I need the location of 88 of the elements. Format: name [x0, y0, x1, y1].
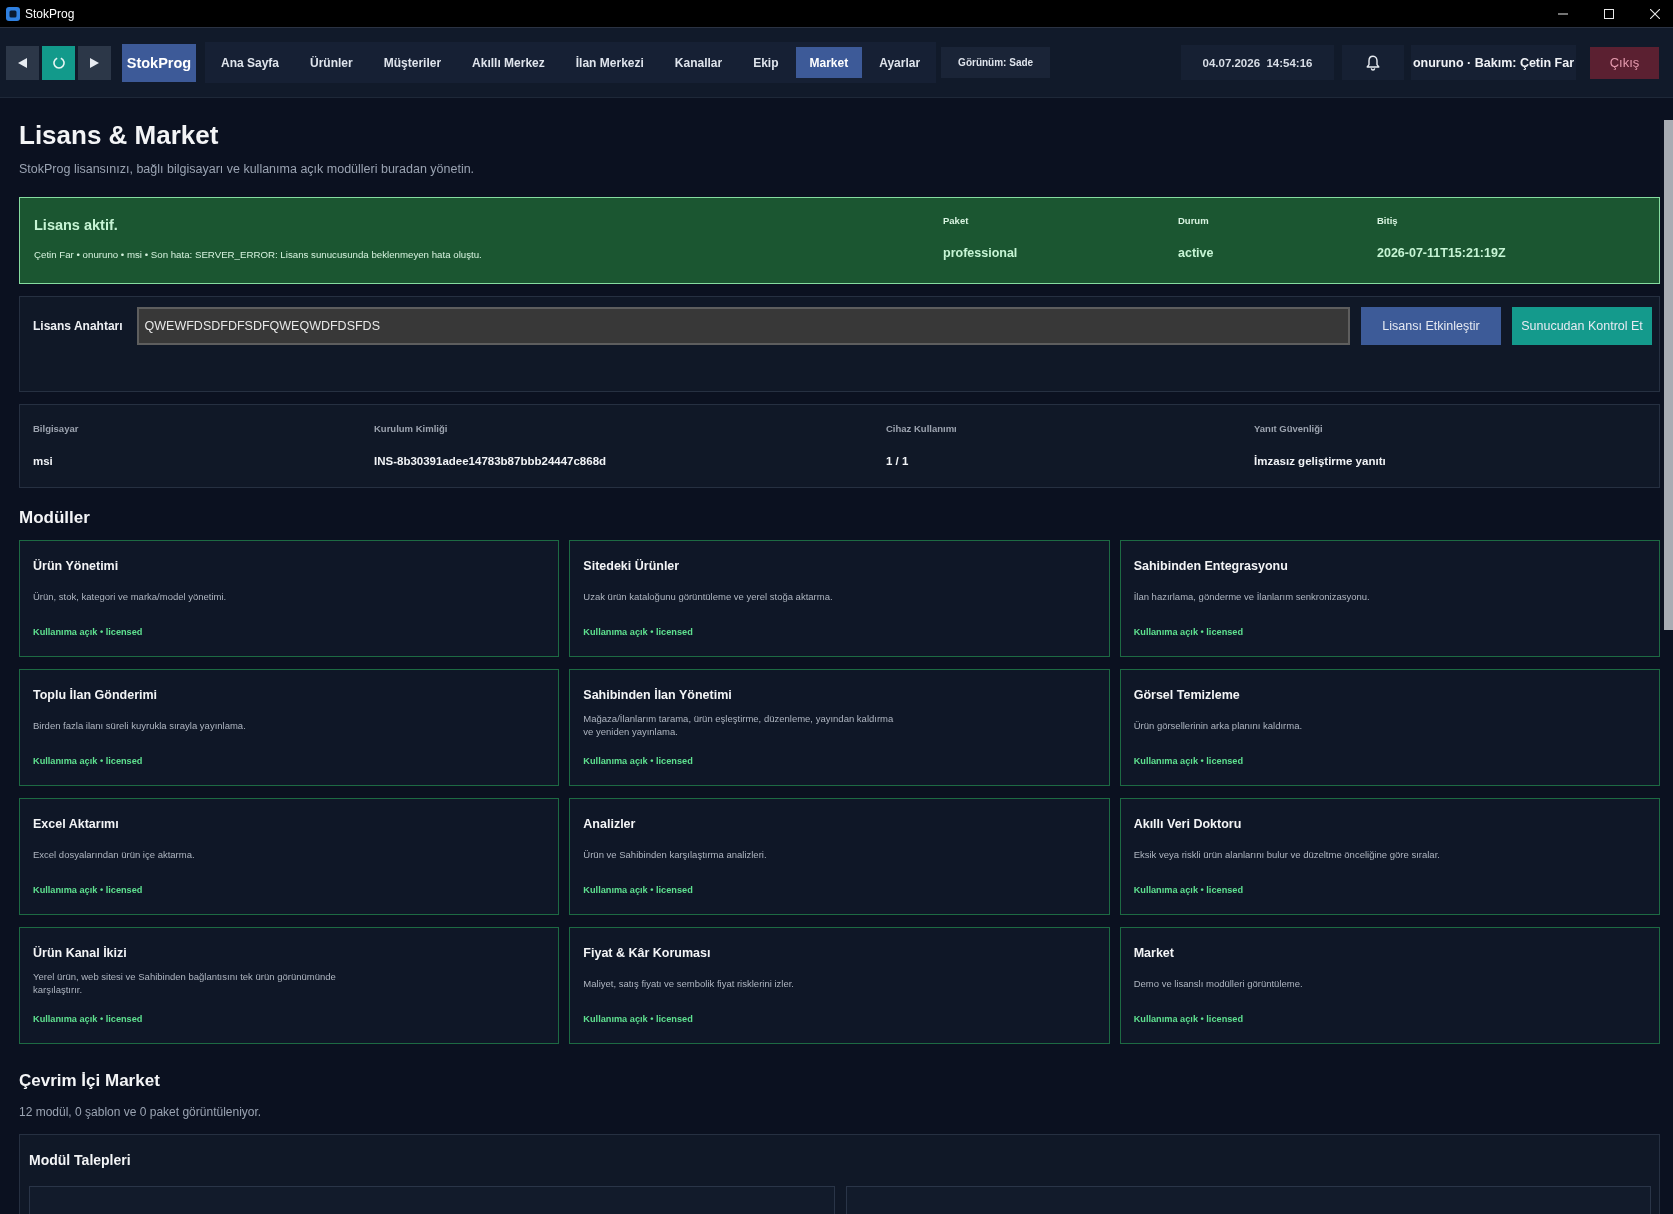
info-value: INS-8b30391adee14783b87bbb24447c868d	[374, 454, 607, 469]
module-description: Birden fazla ilanı süreli kuyrukla sırayla yayınlama.	[33, 718, 246, 732]
module-title: Sitedeki Ürünler	[583, 558, 680, 575]
bell-icon	[1366, 54, 1380, 71]
status-value: active	[1178, 245, 1214, 261]
module-description: Ürün, stok, kategori ve marka/model yönetimi.	[33, 589, 227, 603]
nav-tab[interactable]: Ana Sayfa	[207, 47, 294, 78]
back-icon	[18, 57, 27, 68]
module-status: Kullanıma açık • licensed	[1133, 626, 1244, 639]
status-value: 2026-07-11T15:21:19Z	[1377, 245, 1506, 261]
page-title: Lisans & Market	[19, 119, 219, 151]
module-title: Market	[1133, 945, 1174, 962]
window-title: StokProg	[25, 6, 75, 21]
info-value: msi	[33, 454, 53, 469]
status-value: professional	[943, 245, 1018, 261]
module-title: Analizler	[583, 816, 636, 833]
info-label: Cihaz Kullanımı	[886, 423, 957, 435]
info-label: Bilgisayar	[33, 423, 79, 435]
module-title: Sahibinden İlan Yönetimi	[583, 687, 732, 704]
license-status-title: Lisans aktif.	[34, 216, 118, 234]
module-status: Kullanıma açık • licensed	[583, 884, 693, 897]
module-status: Kullanıma açık • licensed	[33, 755, 143, 768]
status-label: Durum	[1178, 215, 1209, 227]
module-status: Kullanıma açık • licensed	[33, 626, 143, 639]
back-button[interactable]	[6, 45, 39, 80]
module-description: Eksik veya riskli ürün alanlarını bulur ve düzeltme önceliğine göre sıralar.	[1133, 847, 1440, 861]
module-description: Demo ve lisanslı modülleri görüntüleme.	[1133, 976, 1303, 990]
nav-tab[interactable]: Ürünler	[296, 47, 367, 78]
close-icon[interactable]	[1650, 8, 1660, 19]
nav-tab[interactable]: Müşteriler	[369, 47, 456, 78]
module-description: Maliyet, satış fiyatı ve sembolik fiyat risklerini izler.	[583, 976, 794, 990]
nav-tab[interactable]: Market	[795, 47, 863, 78]
refresh-icon	[52, 56, 65, 69]
date-time: 04.07.2026 14:54:16	[1181, 45, 1334, 80]
market-summary: 12 modül, 0 şablon ve 0 paket görüntüleniyor.	[19, 1104, 262, 1120]
module-description: İlan hazırlama, gönderme ve İlanlarım senkronizasyonu.	[1133, 589, 1370, 603]
status-label: Paket	[943, 215, 969, 227]
module-status: Kullanıma açık • licensed	[1133, 884, 1244, 897]
status-label: Bitiş	[1377, 215, 1398, 227]
module-title: Görsel Temizleme	[1133, 687, 1240, 704]
nav-tab[interactable]: İlan Merkezi	[561, 47, 658, 78]
license-key-label: Lisans Anahtarı	[33, 319, 123, 333]
section-title: Modüller	[19, 507, 90, 529]
info-value: İmzasız geliştirme yanıtı	[1254, 454, 1386, 469]
logout-button[interactable]: Çıkış	[1590, 46, 1659, 79]
module-title: Ürün Yönetimi	[33, 558, 119, 575]
license-key-input[interactable]: QWEWFDSDFDFSDFQWEQWDFDSFDS	[136, 307, 1350, 345]
view-mode-button[interactable]: Görünüm: Sade	[941, 47, 1051, 78]
app-icon	[6, 6, 20, 21]
nav-tab[interactable]: Ayarlar	[865, 47, 935, 78]
page-subtitle: StokProg lisansınızı, bağlı bilgisayarı ve kullanıma açık modülleri buradan yönetin.	[19, 161, 475, 178]
nav-tab[interactable]: Ekip	[739, 47, 793, 78]
module-title: Excel Aktarımı	[33, 816, 119, 833]
license-status-details: Çetin Far • onuruno • msi • Son hata: SERVER_ERROR: Lisans sunucusunda beklenmeyen hata oluştu.	[34, 248, 482, 262]
module-status: Kullanıma açık • licensed	[33, 884, 143, 897]
nav-tab[interactable]: Kanallar	[660, 47, 737, 78]
activate-license-button[interactable]: Lisansı Etkinleştir	[1361, 307, 1501, 345]
module-description: Uzak ürün kataloğunu görüntüleme ve yerel stoğa aktarma.	[583, 589, 833, 603]
brand-button[interactable]: StokProg	[122, 43, 196, 82]
module-title: Ürün Kanal İkizi	[33, 945, 127, 962]
module-status: Kullanıma açık • licensed	[583, 626, 693, 639]
module-title: Toplu İlan Gönderimi	[33, 687, 158, 704]
module-description: Yerel ürün, web sitesi ve Sahibinden bağlantısını tek ürün görünümünde karşılaştırır.	[33, 970, 337, 996]
forward-icon	[90, 57, 99, 68]
module-description: Mağaza/İlanlarım tarama, ürün eşleştirme, düzenleme, yayından kaldırma ve yeniden yayınlama.	[583, 712, 895, 738]
scrollbar-thumb[interactable]	[1664, 120, 1673, 630]
module-description: Ürün görsellerinin arka planını kaldırma.	[1133, 718, 1303, 732]
maximize-icon[interactable]	[1604, 8, 1614, 19]
panel-title: Modül Talepleri	[29, 1151, 131, 1169]
refresh-button[interactable]	[42, 45, 75, 80]
info-label: Kurulum Kimliği	[374, 423, 448, 435]
module-status: Kullanıma açık • licensed	[33, 1013, 143, 1026]
module-title: Fiyat & Kâr Koruması	[583, 945, 711, 962]
nav-tab[interactable]: Akıllı Merkez	[458, 47, 559, 78]
module-status: Kullanıma açık • licensed	[1133, 1013, 1244, 1026]
section-title: Çevrim İçi Market	[19, 1070, 160, 1092]
module-status: Kullanıma açık • licensed	[583, 1013, 693, 1026]
info-label: Yanıt Güvenliği	[1254, 423, 1323, 435]
forward-button[interactable]	[78, 45, 111, 80]
module-description: Ürün ve Sahibinden karşılaştırma analizleri.	[583, 847, 767, 861]
module-title: Sahibinden Entegrasyonu	[1133, 558, 1288, 575]
module-description: Excel dosyalarından ürün içe aktarma.	[33, 847, 195, 861]
module-title: Akıllı Veri Doktoru	[1133, 816, 1242, 833]
info-value: 1 / 1	[886, 454, 909, 469]
module-status: Kullanıma açık • licensed	[1133, 755, 1244, 768]
notifications-button[interactable]	[1342, 45, 1404, 80]
user-info: onuruno · Bakım: Çetin Far	[1411, 45, 1576, 80]
module-status: Kullanıma açık • licensed	[583, 755, 693, 768]
